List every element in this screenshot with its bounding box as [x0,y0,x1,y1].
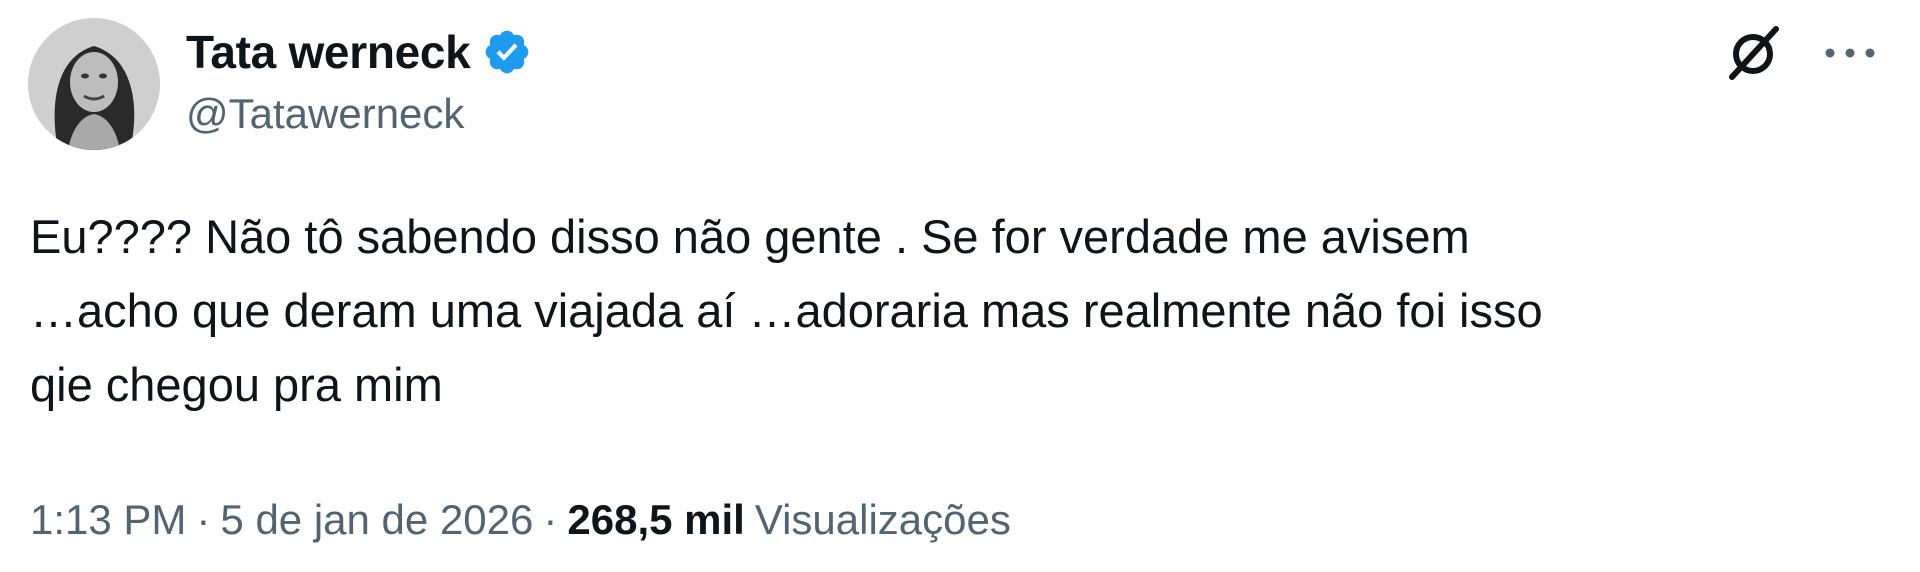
tweet-text-line: qie chegou pra mim [30,358,443,411]
more-options-icon[interactable] [1820,23,1880,83]
avatar[interactable] [28,18,160,150]
tweet-text-line: …acho que deram uma viajada aí …adoraria… [30,284,1543,337]
tweet-meta: 1:13 PM · 5 de jan de 2026 · 268,5 mil V… [30,490,1011,550]
grok-icon[interactable] [1722,21,1786,85]
tweet-time[interactable]: 1:13 PM [30,496,186,544]
tweet-card: Tata werneck @Tatawerneck Eu???? Não tô … [0,0,1920,572]
tweet-top-actions [1722,22,1880,84]
views-label[interactable]: Visualizações [755,496,1011,544]
user-handle[interactable]: @Tatawerneck [186,90,464,138]
views-count: 268,5 mil [567,496,745,543]
display-name[interactable]: Tata werneck [186,25,471,79]
verified-badge-icon[interactable] [482,27,532,77]
meta-separator: · [543,496,558,543]
author-name-row: Tata werneck [186,22,532,82]
meta-separator: · [196,496,211,543]
tweet-text-line: Eu???? Não tô sabendo disso não gente . … [30,210,1470,263]
tweet-date[interactable]: 5 de jan de 2026 [220,496,533,544]
tweet-text: Eu???? Não tô sabendo disso não gente . … [30,200,1870,422]
